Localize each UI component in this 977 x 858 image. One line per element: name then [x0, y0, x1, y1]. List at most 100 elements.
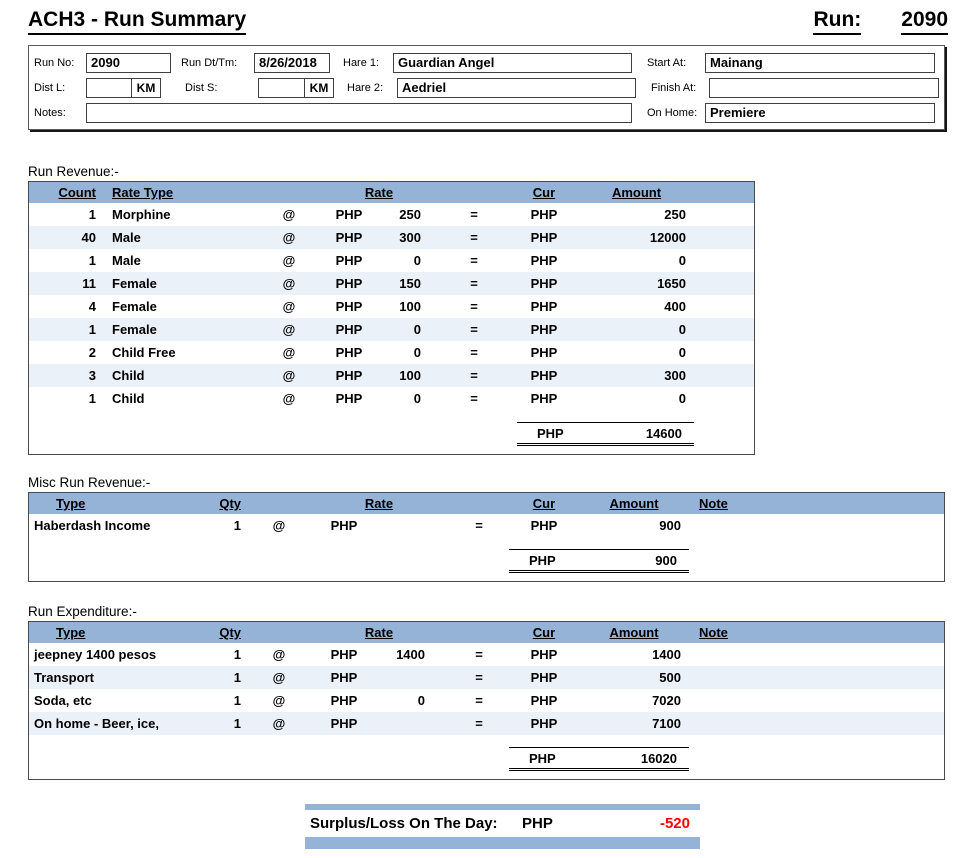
- col-header-rate: Rate: [364, 625, 394, 640]
- run-summary-page: ACH3 - Run Summary Run: 2090 Run No: Run…: [0, 0, 977, 849]
- run-dt-label: Run Dt/Tm:: [181, 56, 238, 69]
- rate-type-cell: Male: [112, 230, 141, 245]
- expenditure-row: Transport 1 @ PHP = PHP 500: [29, 666, 944, 689]
- amount-cell: 0: [678, 391, 686, 406]
- currency-cell: PHP: [530, 322, 558, 337]
- col-header-rate-type: Rate Type: [112, 185, 174, 200]
- rate-cell: 100: [399, 299, 421, 314]
- equals-sign: =: [470, 207, 478, 222]
- col-header-amount: Amount: [609, 496, 659, 511]
- currency-cell: PHP: [330, 716, 358, 731]
- col-header-rate: Rate: [364, 496, 394, 511]
- top-bar: ACH3 - Run Summary Run: 2090: [28, 8, 948, 35]
- at-sign: @: [272, 518, 286, 533]
- count-cell: 40: [81, 230, 96, 245]
- col-header-note: Note: [699, 625, 728, 640]
- run-number: 2090: [901, 8, 948, 35]
- rate-type-cell: Female: [112, 322, 157, 337]
- currency-cell: PHP: [530, 299, 558, 314]
- equals-sign: =: [475, 647, 483, 662]
- col-header-cur: Cur: [532, 185, 556, 200]
- rate-type-cell: Male: [112, 253, 141, 268]
- dist-s-box: KM: [258, 77, 334, 98]
- equals-sign: =: [470, 276, 478, 291]
- equals-sign: =: [470, 253, 478, 268]
- total-currency: PHP: [529, 750, 556, 766]
- col-header-cur: Cur: [532, 625, 556, 640]
- rate-cell: 300: [399, 230, 421, 245]
- currency-cell: PHP: [335, 345, 363, 360]
- run-dt-input[interactable]: [254, 52, 330, 73]
- summary-label: Surplus/Loss On The Day:: [310, 815, 498, 832]
- count-cell: 1: [88, 391, 96, 406]
- start-at-input[interactable]: [705, 52, 935, 73]
- revenue-section-label: Run Revenue:-: [28, 164, 119, 179]
- on-home-label: On Home:: [647, 106, 698, 119]
- type-cell: Haberdash Income: [34, 518, 151, 533]
- currency-cell: PHP: [530, 716, 558, 731]
- summary-amount: -520: [659, 815, 690, 832]
- total-currency: PHP: [537, 425, 564, 441]
- hare1-input[interactable]: [393, 52, 632, 73]
- qty-cell: 1: [233, 670, 241, 685]
- run-id-block: Run: 2090: [813, 8, 948, 35]
- start-at-label: Start At:: [647, 56, 687, 69]
- equals-sign: =: [475, 670, 483, 685]
- equals-sign: =: [470, 368, 478, 383]
- at-sign: @: [272, 670, 286, 685]
- col-header-count: Count: [58, 185, 96, 200]
- equals-sign: =: [475, 693, 483, 708]
- rate-cell: 0: [413, 391, 421, 406]
- currency-cell: PHP: [335, 322, 363, 337]
- currency-cell: PHP: [530, 693, 558, 708]
- rate-type-cell: Child Free: [112, 345, 176, 360]
- type-cell: jeepney 1400 pesos: [34, 647, 157, 662]
- revenue-table: Count Rate Type Rate Cur Amount 1 Morphi…: [28, 181, 755, 455]
- revenue-row: 1 Morphine @ PHP 250 = PHP 250: [29, 203, 754, 226]
- currency-cell: PHP: [335, 299, 363, 314]
- rate-cell: 0: [417, 693, 425, 708]
- currency-cell: PHP: [530, 207, 558, 222]
- equals-sign: =: [470, 230, 478, 245]
- hare2-input[interactable]: [397, 77, 636, 98]
- rate-type-cell: Female: [112, 299, 157, 314]
- currency-cell: PHP: [335, 207, 363, 222]
- amount-cell: 300: [664, 368, 686, 383]
- amount-cell: 0: [678, 322, 686, 337]
- on-home-input[interactable]: [705, 102, 935, 123]
- rate-cell: 0: [413, 253, 421, 268]
- misc-revenue-row: Haberdash Income 1 @ PHP = PHP 900: [29, 514, 944, 537]
- at-sign: @: [282, 391, 296, 406]
- dist-s-unit-label: KM: [304, 78, 333, 97]
- notes-input[interactable]: [86, 102, 632, 123]
- qty-cell: 1: [233, 647, 241, 662]
- dist-s-label: Dist S:: [185, 81, 218, 94]
- revenue-row: 40 Male @ PHP 300 = PHP 12000: [29, 226, 754, 249]
- dist-s-input[interactable]: [259, 78, 304, 97]
- count-cell: 3: [88, 368, 96, 383]
- finish-at-input[interactable]: [709, 77, 939, 98]
- equals-sign: =: [470, 345, 478, 360]
- currency-cell: PHP: [335, 253, 363, 268]
- col-header-rate: Rate: [364, 185, 394, 200]
- count-cell: 1: [88, 207, 96, 222]
- rate-cell: 0: [413, 345, 421, 360]
- col-header-amount: Amount: [609, 625, 659, 640]
- count-cell: 1: [88, 253, 96, 268]
- dist-l-input[interactable]: [87, 78, 131, 97]
- at-sign: @: [282, 207, 296, 222]
- at-sign: @: [282, 322, 296, 337]
- currency-cell: PHP: [530, 230, 558, 245]
- revenue-row: 3 Child @ PHP 100 = PHP 300: [29, 364, 754, 387]
- hare2-label: Hare 2:: [347, 81, 384, 94]
- run-no-input[interactable]: [86, 52, 171, 73]
- col-header-qty: Qty: [219, 496, 241, 511]
- total-currency: PHP: [529, 552, 556, 568]
- amount-cell: 250: [664, 207, 686, 222]
- details-row-1: Run No: Run Dt/Tm: Hare 1: Start At:: [34, 50, 939, 75]
- type-cell: Soda, etc: [34, 693, 92, 708]
- expenditure-header-row: Type Qty Rate Cur Amount Note: [29, 622, 944, 643]
- expenditure-row: On home - Beer, ice, 1 @ PHP = PHP 7100: [29, 712, 944, 735]
- equals-sign: =: [470, 322, 478, 337]
- rate-type-cell: Child: [112, 368, 145, 383]
